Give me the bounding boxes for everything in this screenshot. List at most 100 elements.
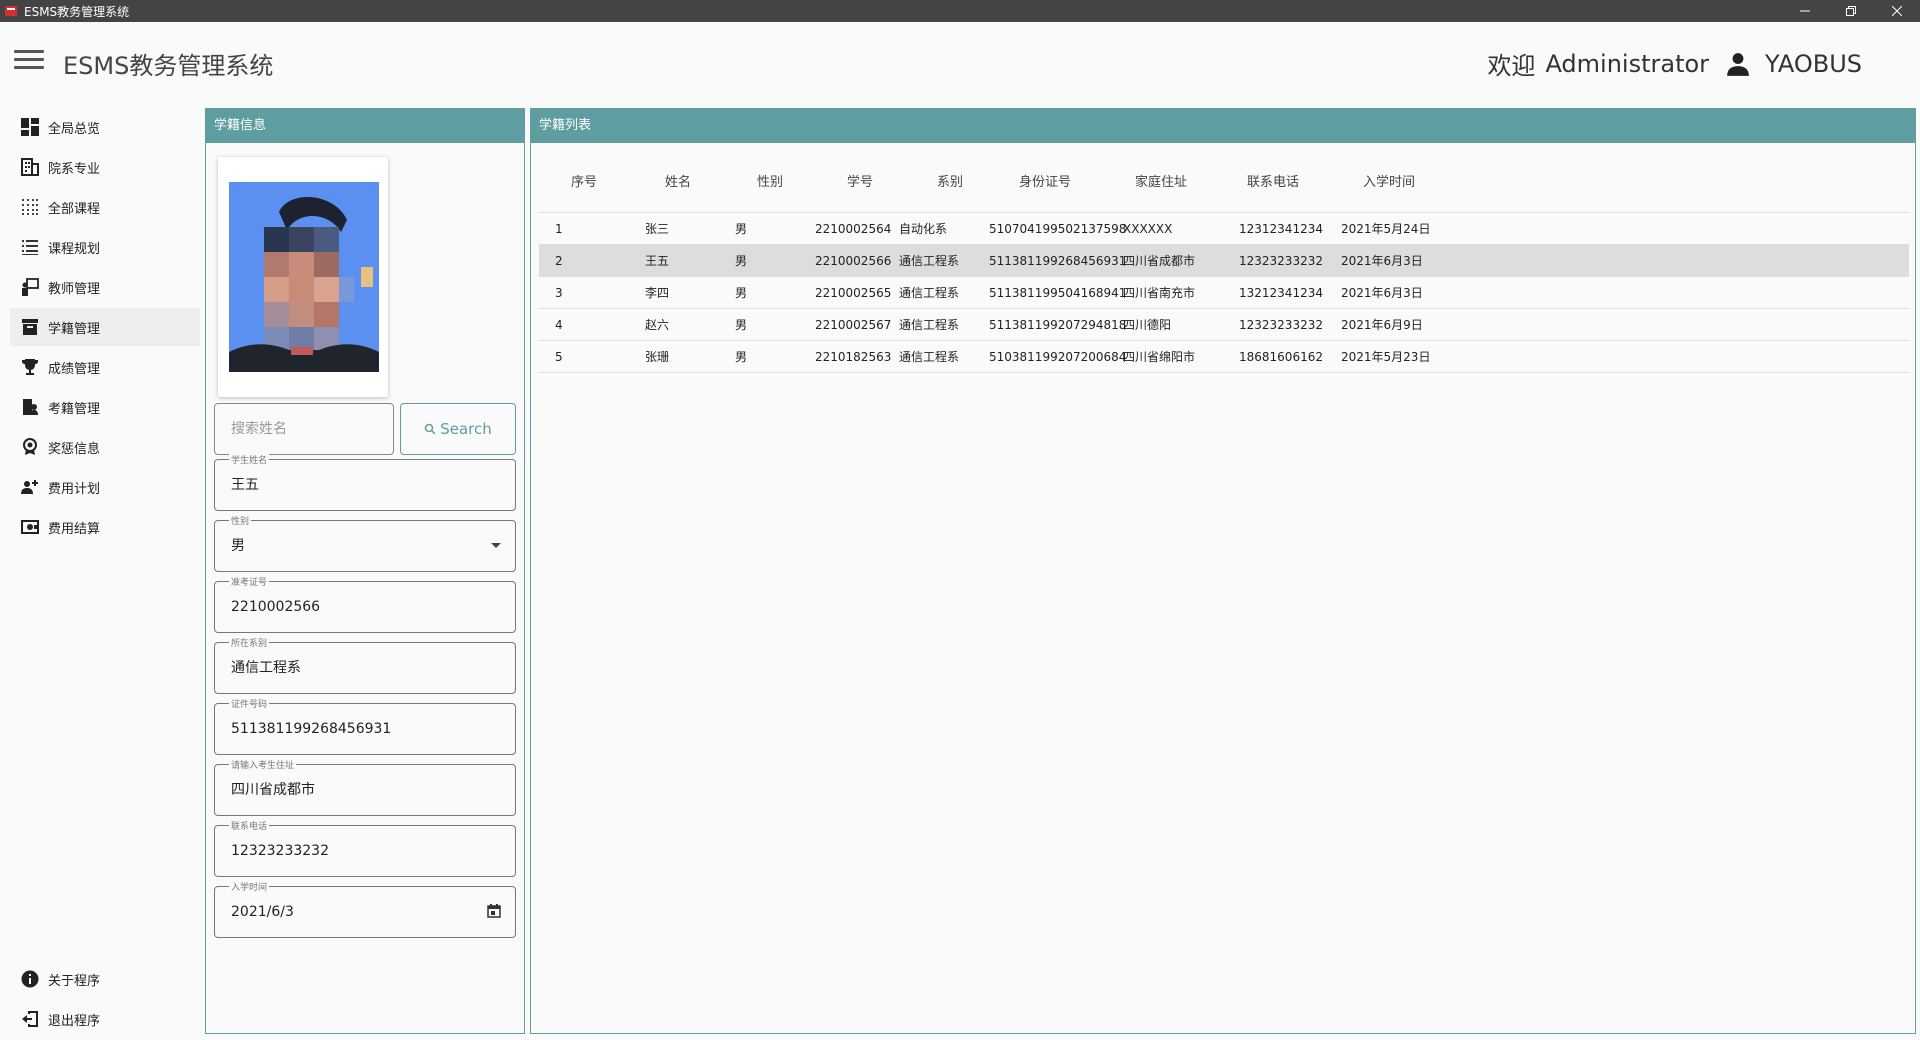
grid-dots-icon [20, 197, 40, 217]
column-header[interactable]: 系别 [899, 171, 989, 190]
column-header[interactable]: 入学时间 [1341, 171, 1461, 190]
table-cell: 四川省成都市 [1123, 254, 1196, 268]
table-header: 序号 姓名 性别 学号 系别 身份证号 家庭住址 联系电话 入学时间 [539, 149, 1909, 213]
calendar-icon[interactable] [487, 904, 501, 918]
hamburger-menu-button[interactable] [14, 50, 44, 74]
user-role: Administrator [1545, 49, 1710, 78]
sidebar-item-label: 费用结算 [48, 521, 101, 537]
user-icon[interactable] [1725, 51, 1751, 77]
exam-icon [20, 397, 40, 417]
close-button[interactable] [1874, 0, 1920, 22]
table-cell: 3 [555, 285, 563, 300]
sidebar-item-about[interactable]: 关于程序 [10, 960, 200, 998]
sidebar-item-label: 院系专业 [48, 161, 101, 177]
sidebar-item-courses[interactable]: 全部课程 [10, 188, 200, 226]
user-area: 欢迎 Administrator YAOBUS [1487, 46, 1862, 81]
app-header: ESMS教务管理系统 欢迎 Administrator YAOBUS [0, 22, 1920, 106]
field-value: 2210002566 [231, 599, 321, 615]
column-header[interactable]: 学号 [809, 171, 899, 190]
table-cell: 通信工程系 [899, 350, 960, 364]
sidebar-item-fee-plan[interactable]: 费用计划 [10, 468, 200, 506]
table-row[interactable]: 3 李四 男 2210002565 通信工程系 5113811995041689… [539, 277, 1909, 309]
table-cell: 李四 [645, 286, 670, 300]
table-cell: 2210002565 [815, 285, 892, 300]
sidebar-item-settlement[interactable]: 费用结算 [10, 508, 200, 546]
student-name-field[interactable]: 学生姓名 王五 [214, 453, 516, 511]
search-input[interactable]: 搜索姓名 [214, 403, 394, 455]
column-header[interactable]: 身份证号 [989, 171, 1109, 190]
sidebar-item-label: 费用计划 [48, 481, 101, 497]
table-cell: 2 [555, 253, 563, 268]
table-cell: 自动化系 [899, 222, 948, 236]
field-value: 男 [231, 538, 245, 554]
table-cell: 2210002567 [815, 317, 892, 332]
table-cell: 13212341234 [1239, 285, 1323, 300]
table-cell: 2210002566 [815, 253, 892, 268]
sidebar-item-label: 教师管理 [48, 281, 101, 297]
table-cell: 5 [555, 349, 563, 364]
panel-title: 学籍信息 [206, 109, 524, 143]
phone-field[interactable]: 联系电话 12323233232 [214, 819, 516, 877]
table-cell: 四川德阳 [1123, 318, 1172, 332]
address-field[interactable]: 请输入考生住址 四川省成都市 [214, 758, 516, 816]
close-icon [1892, 6, 1902, 16]
table-row-selected[interactable]: 2 王五 男 2210002566 通信工程系 5113811992684569… [539, 245, 1909, 277]
column-header[interactable]: 姓名 [629, 171, 719, 190]
sidebar-item-student-records[interactable]: 学籍管理 [10, 308, 200, 346]
table-cell: 男 [735, 318, 748, 332]
teacher-icon [20, 277, 40, 297]
search-button-label: Search [440, 420, 492, 438]
table-cell: 4 [555, 317, 563, 332]
exam-id-field[interactable]: 准考证号 2210002566 [214, 575, 516, 633]
sidebar-item-label: 成绩管理 [48, 361, 101, 377]
student-photo[interactable] [229, 182, 379, 372]
sidebar-item-grades[interactable]: 成绩管理 [10, 348, 200, 386]
sidebar-item-teachers[interactable]: 教师管理 [10, 268, 200, 306]
search-button[interactable]: Search [400, 403, 516, 455]
minimize-button[interactable] [1782, 0, 1828, 22]
table-cell: 张三 [645, 222, 670, 236]
sidebar-item-rewards[interactable]: 奖惩信息 [10, 428, 200, 466]
sidebar-item-label: 全部课程 [48, 201, 101, 217]
sidebar-item-course-plan[interactable]: 课程规划 [10, 228, 200, 266]
field-value: 2021/6/3 [231, 904, 294, 920]
table-row[interactable]: 5 张珊 男 2210182563 通信工程系 5103811992072006… [539, 341, 1909, 373]
search-icon [424, 423, 436, 435]
sidebar-item-exit[interactable]: 退出程序 [10, 1000, 200, 1038]
column-header[interactable]: 家庭住址 [1109, 171, 1225, 190]
field-value: 通信工程系 [231, 660, 301, 676]
column-header[interactable]: 性别 [719, 171, 809, 190]
menu-icon-bar [14, 66, 44, 69]
sidebar-item-overview[interactable]: 全局总览 [10, 108, 200, 146]
dropdown-arrow-icon [491, 543, 501, 548]
column-header[interactable]: 联系电话 [1225, 171, 1341, 190]
building-icon [20, 157, 40, 177]
department-field[interactable]: 所在系别 通信工程系 [214, 636, 516, 694]
panel-title: 学籍列表 [531, 109, 1915, 143]
username: YAOBUS [1765, 49, 1862, 78]
id-number-field[interactable]: 证件号码 511381199268456931 [214, 697, 516, 755]
table-cell: 12312341234 [1239, 221, 1323, 236]
sidebar-item-departments[interactable]: 院系专业 [10, 148, 200, 186]
student-info-panel: 学籍信息 搜索姓名 Search 学生姓名 王五 性别 男 准考证号 22100… [205, 108, 525, 1034]
table-row[interactable]: 4 赵六 男 2210002567 通信工程系 5113811992072948… [539, 309, 1909, 341]
photo-card [218, 157, 388, 397]
award-icon [20, 437, 40, 457]
sidebar-item-label: 全局总览 [48, 121, 101, 137]
table-cell: 通信工程系 [899, 318, 960, 332]
archive-icon [20, 317, 40, 337]
table-cell: 1 [555, 221, 563, 236]
restore-icon [1846, 6, 1856, 16]
table-row[interactable]: 1 张三 男 2210002564 自动化系 51070419950213759… [539, 213, 1909, 245]
sidebar-item-exam-records[interactable]: 考籍管理 [10, 388, 200, 426]
gender-select[interactable]: 性别 男 [214, 514, 516, 572]
field-value: 511381199268456931 [231, 721, 392, 737]
settlement-icon [20, 517, 40, 537]
enroll-date-picker[interactable]: 入学时间 2021/6/3 [214, 880, 516, 938]
restore-button[interactable] [1828, 0, 1874, 22]
table-cell: 510704199502137598 [989, 221, 1127, 236]
sidebar-item-label: 关于程序 [48, 973, 101, 989]
list-icon [20, 237, 40, 257]
dashboard-icon [20, 117, 40, 137]
column-header[interactable]: 序号 [539, 171, 629, 190]
